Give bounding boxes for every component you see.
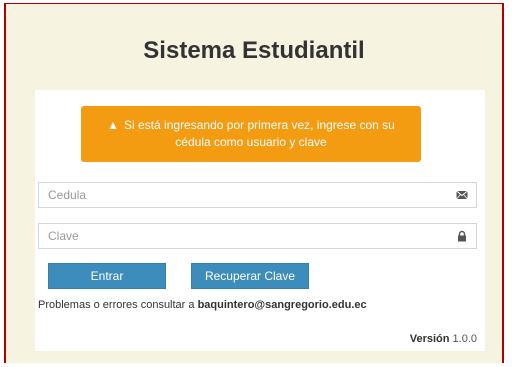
first-time-alert: ▲ Si está ingresando por primera vez, ing… — [81, 106, 421, 162]
cedula-input[interactable] — [48, 183, 448, 207]
recover-password-button[interactable]: Recuperar Clave — [191, 263, 309, 289]
support-info-text: Problemas o errores consultar a — [38, 299, 195, 311]
version-info: Versión 1.0.0 — [410, 333, 477, 345]
alert-text-line2: cédula como usuario y clave — [175, 135, 327, 149]
clave-input[interactable] — [48, 224, 448, 248]
login-button[interactable]: Entrar — [48, 263, 166, 289]
warning-icon: ▲ — [107, 118, 120, 132]
page-title: Sistema Estudiantil — [143, 37, 365, 64]
version-label: Versión — [409, 333, 450, 345]
support-info: Problemas o errores consultar a baquinte… — [38, 299, 367, 311]
login-panel: ▲ Si está ingresando por primera vez, ing… — [35, 90, 485, 351]
envelope-icon — [456, 190, 468, 200]
version-number: 1.0.0 — [452, 333, 477, 345]
clave-field — [38, 223, 477, 249]
support-email: baquintero@sangregorio.edu.ec — [197, 299, 367, 311]
alert-text-line1: Si está ingresando por primera vez, ingr… — [124, 118, 395, 132]
login-page-frame: Sistema Estudiantil ▲ Si está ingresando … — [4, 3, 504, 363]
cedula-field — [38, 182, 477, 208]
lock-icon — [458, 230, 466, 242]
